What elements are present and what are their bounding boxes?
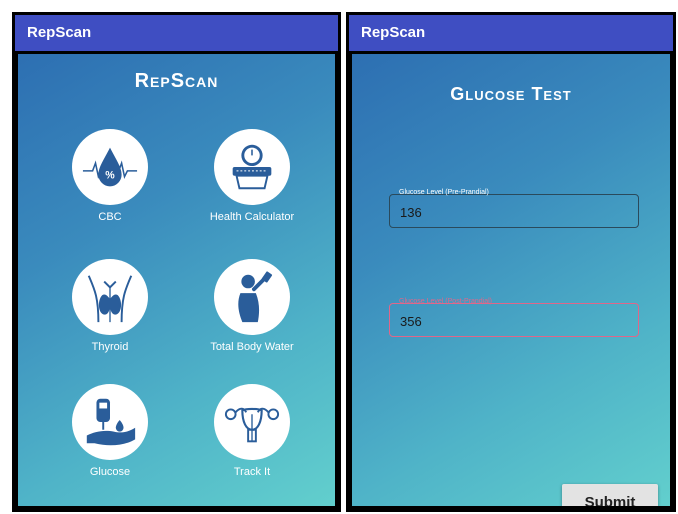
tile-label: Track It [233, 466, 271, 478]
thyroid-icon [72, 259, 148, 335]
tile-glucose[interactable]: Glucose [45, 384, 175, 478]
drinking-water-icon [214, 259, 290, 335]
tile-cbc[interactable]: % CBC [45, 129, 175, 223]
glucose-content: Glucose Test Glucose Level (Pre-Prandial… [352, 54, 670, 506]
app-bar: RepScan [15, 15, 338, 51]
tile-label: CBC [98, 211, 122, 223]
tile-total-body-water[interactable]: Total Body Water [187, 259, 317, 353]
field-label: Glucose Level (Pre-Prandial) [399, 189, 489, 196]
home-screen: RepScan RepScan % CBC Health Calculator … [12, 12, 341, 512]
tile-label: Health Calculator [209, 211, 295, 223]
home-content: RepScan % CBC Health Calculator Thyroid … [18, 54, 335, 506]
tile-label: Thyroid [91, 341, 129, 353]
submit-button[interactable]: Submit [562, 484, 658, 506]
scale-icon [214, 129, 290, 205]
post-prandial-field[interactable]: Glucose Level (Post-Prandial) 356 [389, 298, 639, 337]
pre-prandial-field[interactable]: Glucose Level (Pre-Prandial) 136 [389, 189, 639, 228]
uterus-icon [214, 384, 290, 460]
field-value: 356 [400, 314, 422, 329]
field-label: Glucose Level (Post-Prandial) [399, 298, 492, 305]
svg-text:%: % [105, 170, 115, 182]
tile-track-it[interactable]: Track It [187, 384, 317, 478]
app-bar-title: RepScan [27, 24, 92, 41]
glucose-title: Glucose Test [450, 84, 572, 104]
tile-thyroid[interactable]: Thyroid [45, 259, 175, 353]
tile-label: Total Body Water [210, 341, 294, 353]
home-title: RepScan [134, 70, 219, 92]
tile-health-calculator[interactable]: Health Calculator [187, 129, 317, 223]
blood-drop-icon: % [72, 129, 148, 205]
glucose-test-screen: RepScan Glucose Test Glucose Level (Pre-… [346, 12, 676, 512]
app-bar: RepScan [349, 15, 673, 51]
glucose-meter-icon [72, 384, 148, 460]
app-bar-title: RepScan [361, 24, 426, 41]
field-value: 136 [400, 205, 422, 220]
tile-label: Glucose [89, 466, 131, 478]
